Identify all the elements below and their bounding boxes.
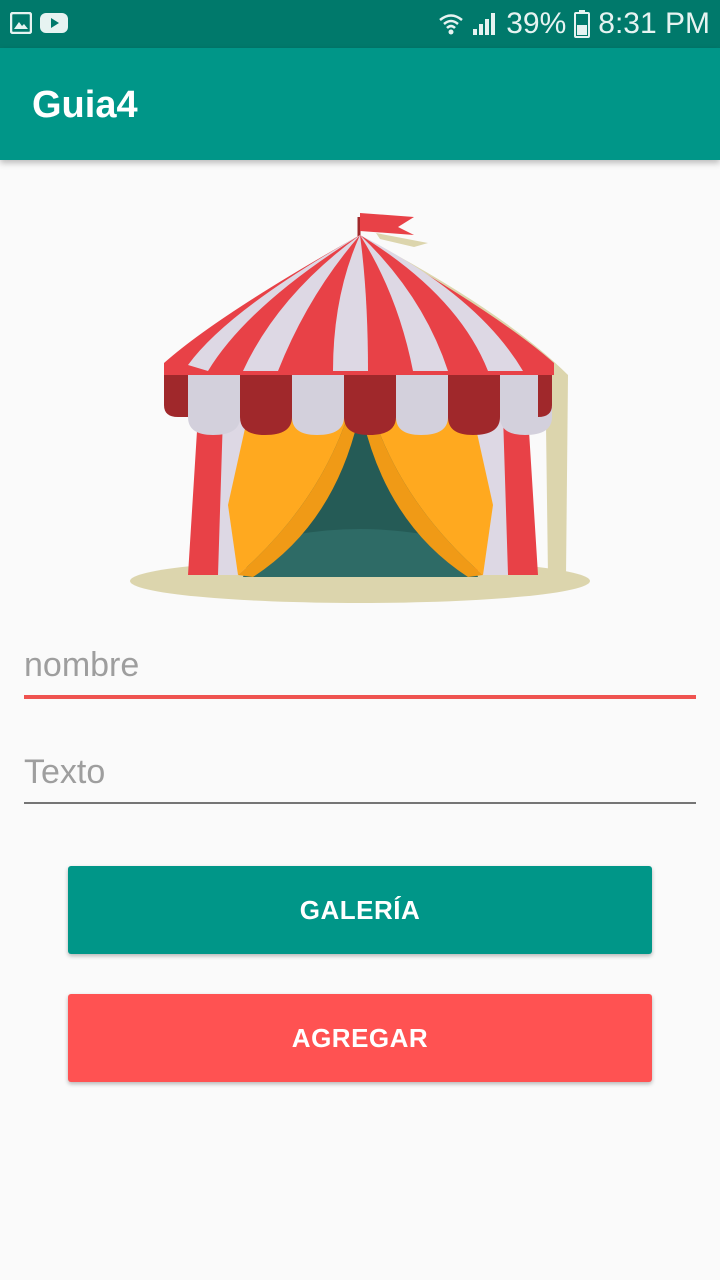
battery-percent: 39%	[506, 7, 567, 40]
app-bar: Guia4	[0, 48, 720, 160]
circus-tent-icon	[130, 213, 590, 603]
image-icon	[10, 12, 32, 34]
texto-underline	[24, 802, 696, 804]
signal-icon	[473, 13, 496, 35]
texto-input[interactable]	[24, 753, 696, 802]
battery-icon	[574, 10, 591, 38]
app-title: Guia4	[32, 84, 138, 126]
galeria-button[interactable]: GALERÍA	[68, 866, 652, 954]
clock: 8:31 PM	[598, 7, 710, 40]
nombre-field-wrapper	[24, 646, 696, 699]
nombre-input[interactable]	[24, 646, 696, 695]
youtube-icon	[40, 13, 68, 33]
agregar-button[interactable]: AGREGAR	[68, 994, 652, 1082]
status-bar: 39% 8:31 PM	[0, 0, 720, 48]
wifi-icon	[439, 14, 464, 35]
nombre-underline	[24, 695, 696, 699]
texto-field-wrapper	[24, 753, 696, 804]
